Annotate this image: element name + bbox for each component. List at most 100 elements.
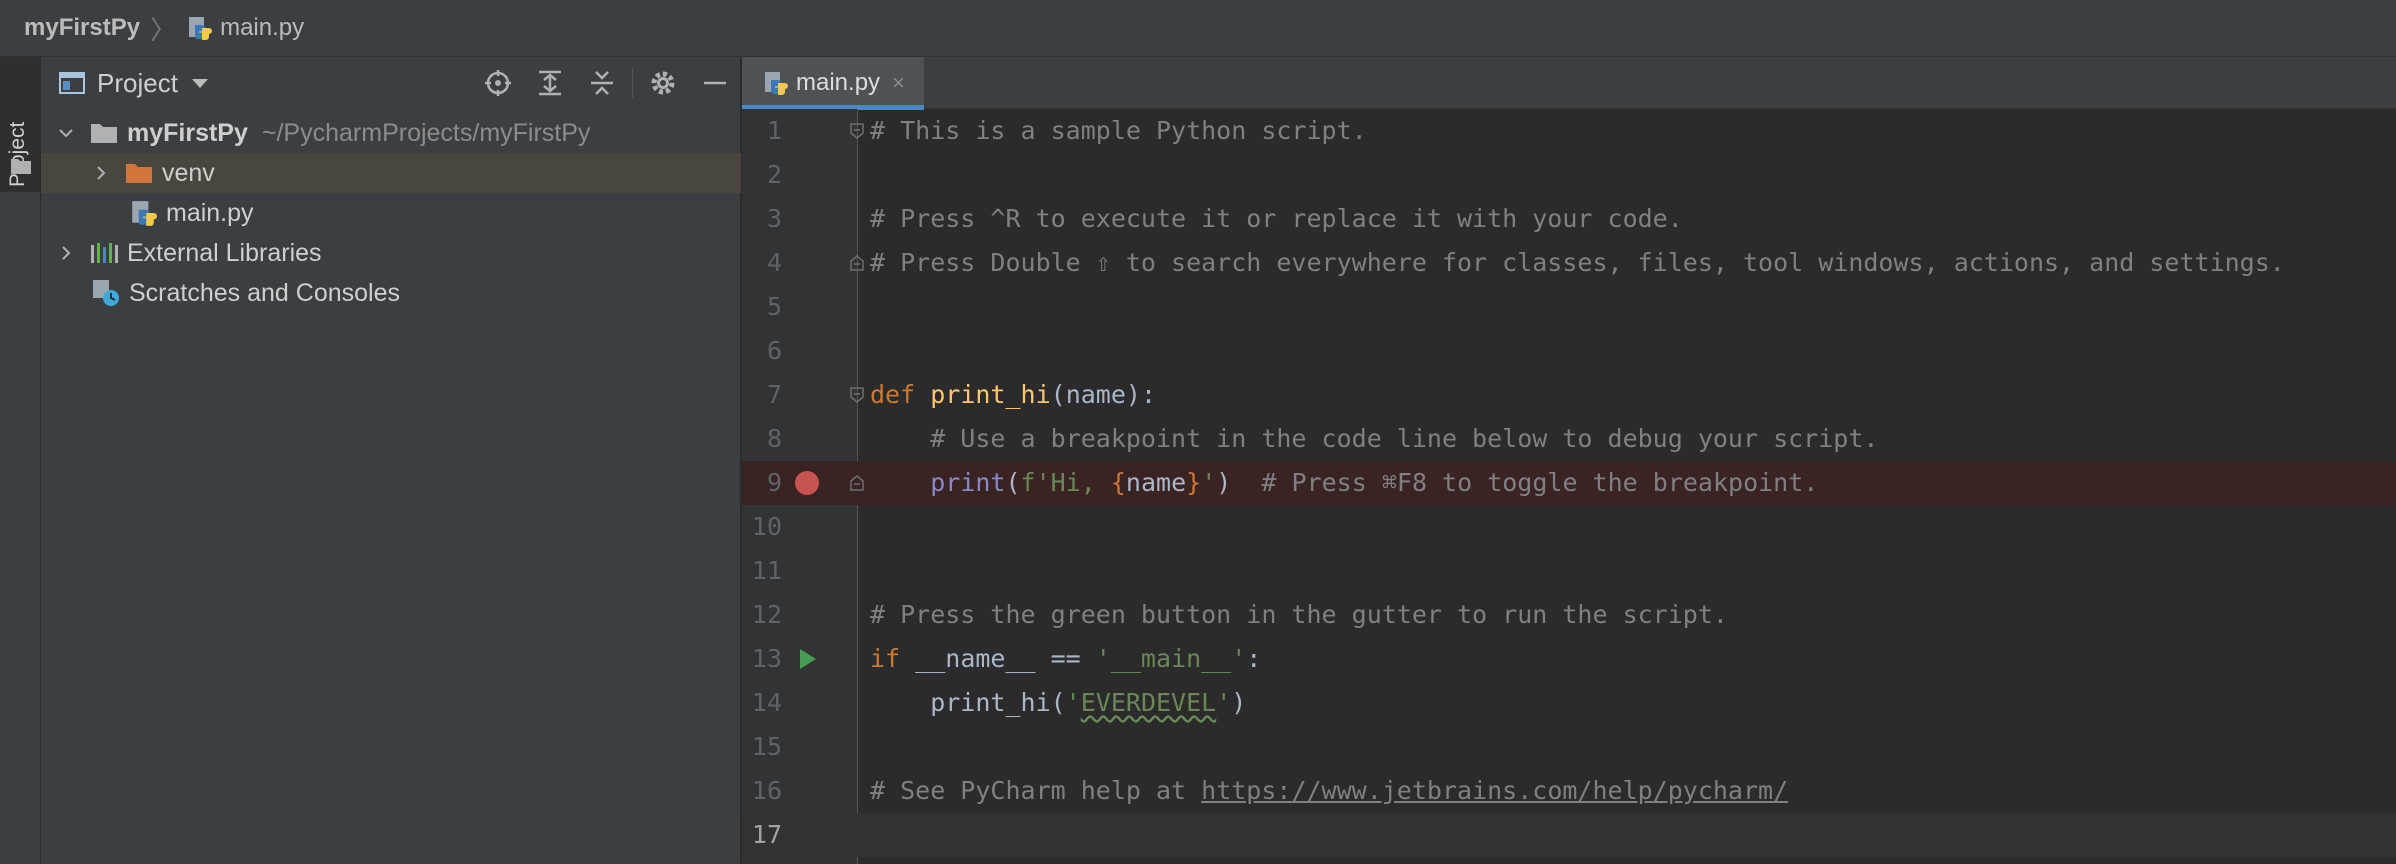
chevron-down-icon[interactable] — [51, 118, 81, 148]
crosshair-icon — [485, 70, 511, 96]
tree-item-label: External Libraries — [127, 238, 322, 267]
project-view-icon — [59, 72, 85, 94]
line-number: 7 — [766, 380, 782, 409]
line-number: 3 — [766, 204, 782, 233]
chevron-down-icon[interactable] — [191, 78, 208, 88]
code-comment: # Press ⌘F8 to toggle the breakpoint. — [1231, 468, 1819, 497]
collapse-all-button[interactable] — [576, 57, 628, 109]
close-icon[interactable]: × — [892, 70, 905, 96]
project-panel: Project myFirstPy ~/PycharmProjects/myFi… — [41, 57, 741, 864]
code-expr: __name__ == — [900, 644, 1096, 673]
code-comment: # See PyCharm help at — [870, 776, 1202, 805]
breadcrumb-project[interactable]: myFirstPy — [24, 14, 140, 42]
code-line[interactable]: 8 # Use a breakpoint in the code line be… — [742, 417, 2396, 461]
expand-all-button[interactable] — [524, 57, 576, 109]
toolbar-separator — [632, 68, 633, 98]
breadcrumb-separator: 〉 — [150, 14, 177, 45]
breakpoint-icon[interactable] — [794, 470, 820, 496]
line-number: 15 — [751, 732, 782, 761]
code-line[interactable]: 2 — [742, 153, 2396, 197]
tree-item-project-root[interactable]: myFirstPy ~/PycharmProjects/myFirstPy — [41, 113, 741, 153]
fold-marker-icon[interactable] — [848, 474, 866, 492]
function-name: print_hi — [930, 380, 1051, 409]
line-number: 13 — [751, 644, 782, 673]
code-text: # This is a sample Python script. — [870, 116, 1367, 145]
breadcrumb-file[interactable]: main.py — [220, 14, 304, 42]
fold-marker-icon[interactable] — [848, 254, 866, 272]
code-paren: ) — [1216, 468, 1232, 497]
code-text: def print_hi(name): — [870, 373, 1156, 417]
tree-item-main-py[interactable]: main.py — [41, 193, 741, 233]
line-number: 14 — [751, 688, 782, 717]
help-link[interactable]: https://www.jetbrains.com/help/pycharm/ — [1201, 776, 1788, 805]
chevron-right-icon[interactable] — [86, 158, 116, 188]
chevron-right-icon[interactable] — [51, 238, 81, 268]
gear-icon — [651, 71, 675, 95]
code-line[interactable]: 6 — [742, 329, 2396, 373]
tree-item-path: ~/PycharmProjects/myFirstPy — [261, 118, 591, 147]
project-view-title[interactable]: Project — [97, 68, 178, 99]
code-line[interactable]: 16 # See PyCharm help at https://www.jet… — [742, 769, 2396, 813]
line-number: 5 — [766, 292, 782, 321]
python-file-icon — [765, 72, 788, 95]
code-paren: ) — [1231, 688, 1247, 717]
builtin-print: print — [930, 468, 1006, 497]
keyword-if: if — [870, 644, 901, 673]
fstring-brace: } — [1186, 468, 1202, 497]
editor-area: main.py × 1 # This is a sample Python sc… — [742, 57, 2396, 864]
fstring-part: ' — [1201, 468, 1217, 497]
string-literal: EVERDEVEL — [1080, 688, 1217, 717]
code-line[interactable]: 7 def print_hi(name): — [742, 373, 2396, 417]
code-colon: : — [1246, 644, 1262, 673]
project-tool-window-button[interactable]: Project — [0, 57, 40, 192]
code-line[interactable]: 12 # Press the green button in the gutte… — [742, 593, 2396, 637]
string-literal: '__main__' — [1095, 644, 1247, 673]
run-icon[interactable] — [794, 646, 820, 672]
line-number: 16 — [751, 776, 782, 805]
line-number: 10 — [751, 512, 782, 541]
line-number: 17 — [751, 820, 782, 849]
settings-button[interactable] — [637, 57, 689, 109]
collapse-all-icon — [591, 71, 613, 95]
hide-panel-button[interactable] — [689, 57, 741, 109]
tree-item-label: main.py — [166, 198, 254, 227]
folder-icon — [11, 159, 31, 174]
tree-item-label: venv — [162, 158, 215, 187]
tree-item-scratches[interactable]: Scratches and Consoles — [41, 273, 741, 313]
code-line[interactable]: 4 # Press Double ⇧ to search everywhere … — [742, 241, 2396, 285]
tab-main-py[interactable]: main.py × — [742, 57, 924, 110]
code-line-breakpoint[interactable]: 9 print(f'Hi, {name}') # Press ⌘F8 to to… — [742, 461, 2396, 505]
line-number: 12 — [751, 600, 782, 629]
code-line[interactable]: 13 if __name__ == '__main__': — [742, 637, 2396, 681]
code-line[interactable]: 11 — [742, 549, 2396, 593]
tab-label: main.py — [796, 69, 881, 96]
code-text: # Press the green button in the gutter t… — [870, 600, 1728, 629]
tree-item-venv[interactable]: venv — [41, 153, 741, 193]
code-text: print_hi('EVERDEVEL') — [870, 681, 1246, 725]
code-line[interactable]: 1 # This is a sample Python script. — [742, 109, 2396, 153]
python-file-icon — [128, 199, 158, 227]
line-number: 9 — [766, 468, 782, 497]
code-line[interactable]: 10 — [742, 505, 2396, 549]
folder-icon — [124, 159, 154, 187]
code-line-current[interactable]: 17 — [742, 813, 2396, 857]
fold-marker-icon[interactable] — [848, 122, 866, 140]
code-text: # Press Double ⇧ to search everywhere fo… — [870, 248, 2285, 277]
keyword-def: def — [870, 380, 916, 409]
code-paren: ( — [1005, 468, 1021, 497]
tree-item-external-libraries[interactable]: External Libraries — [41, 233, 741, 273]
tree-item-label: Scratches and Consoles — [129, 278, 400, 307]
tree-item-label: myFirstPy — [127, 118, 248, 147]
code-line[interactable]: 3 # Press ^R to execute it or replace it… — [742, 197, 2396, 241]
code-line[interactable]: 5 — [742, 285, 2396, 329]
fstring-brace: { — [1110, 468, 1126, 497]
project-panel-toolbar — [472, 57, 741, 109]
code-line[interactable]: 15 — [742, 725, 2396, 769]
code-line[interactable]: 14 print_hi('EVERDEVEL') — [742, 681, 2396, 725]
folder-icon — [89, 119, 119, 147]
locate-button[interactable] — [472, 57, 524, 109]
line-number: 4 — [766, 248, 782, 277]
fstring-part: f'Hi, — [1020, 468, 1111, 497]
string-quote: ' — [1065, 688, 1081, 717]
fold-marker-icon[interactable] — [848, 386, 866, 404]
